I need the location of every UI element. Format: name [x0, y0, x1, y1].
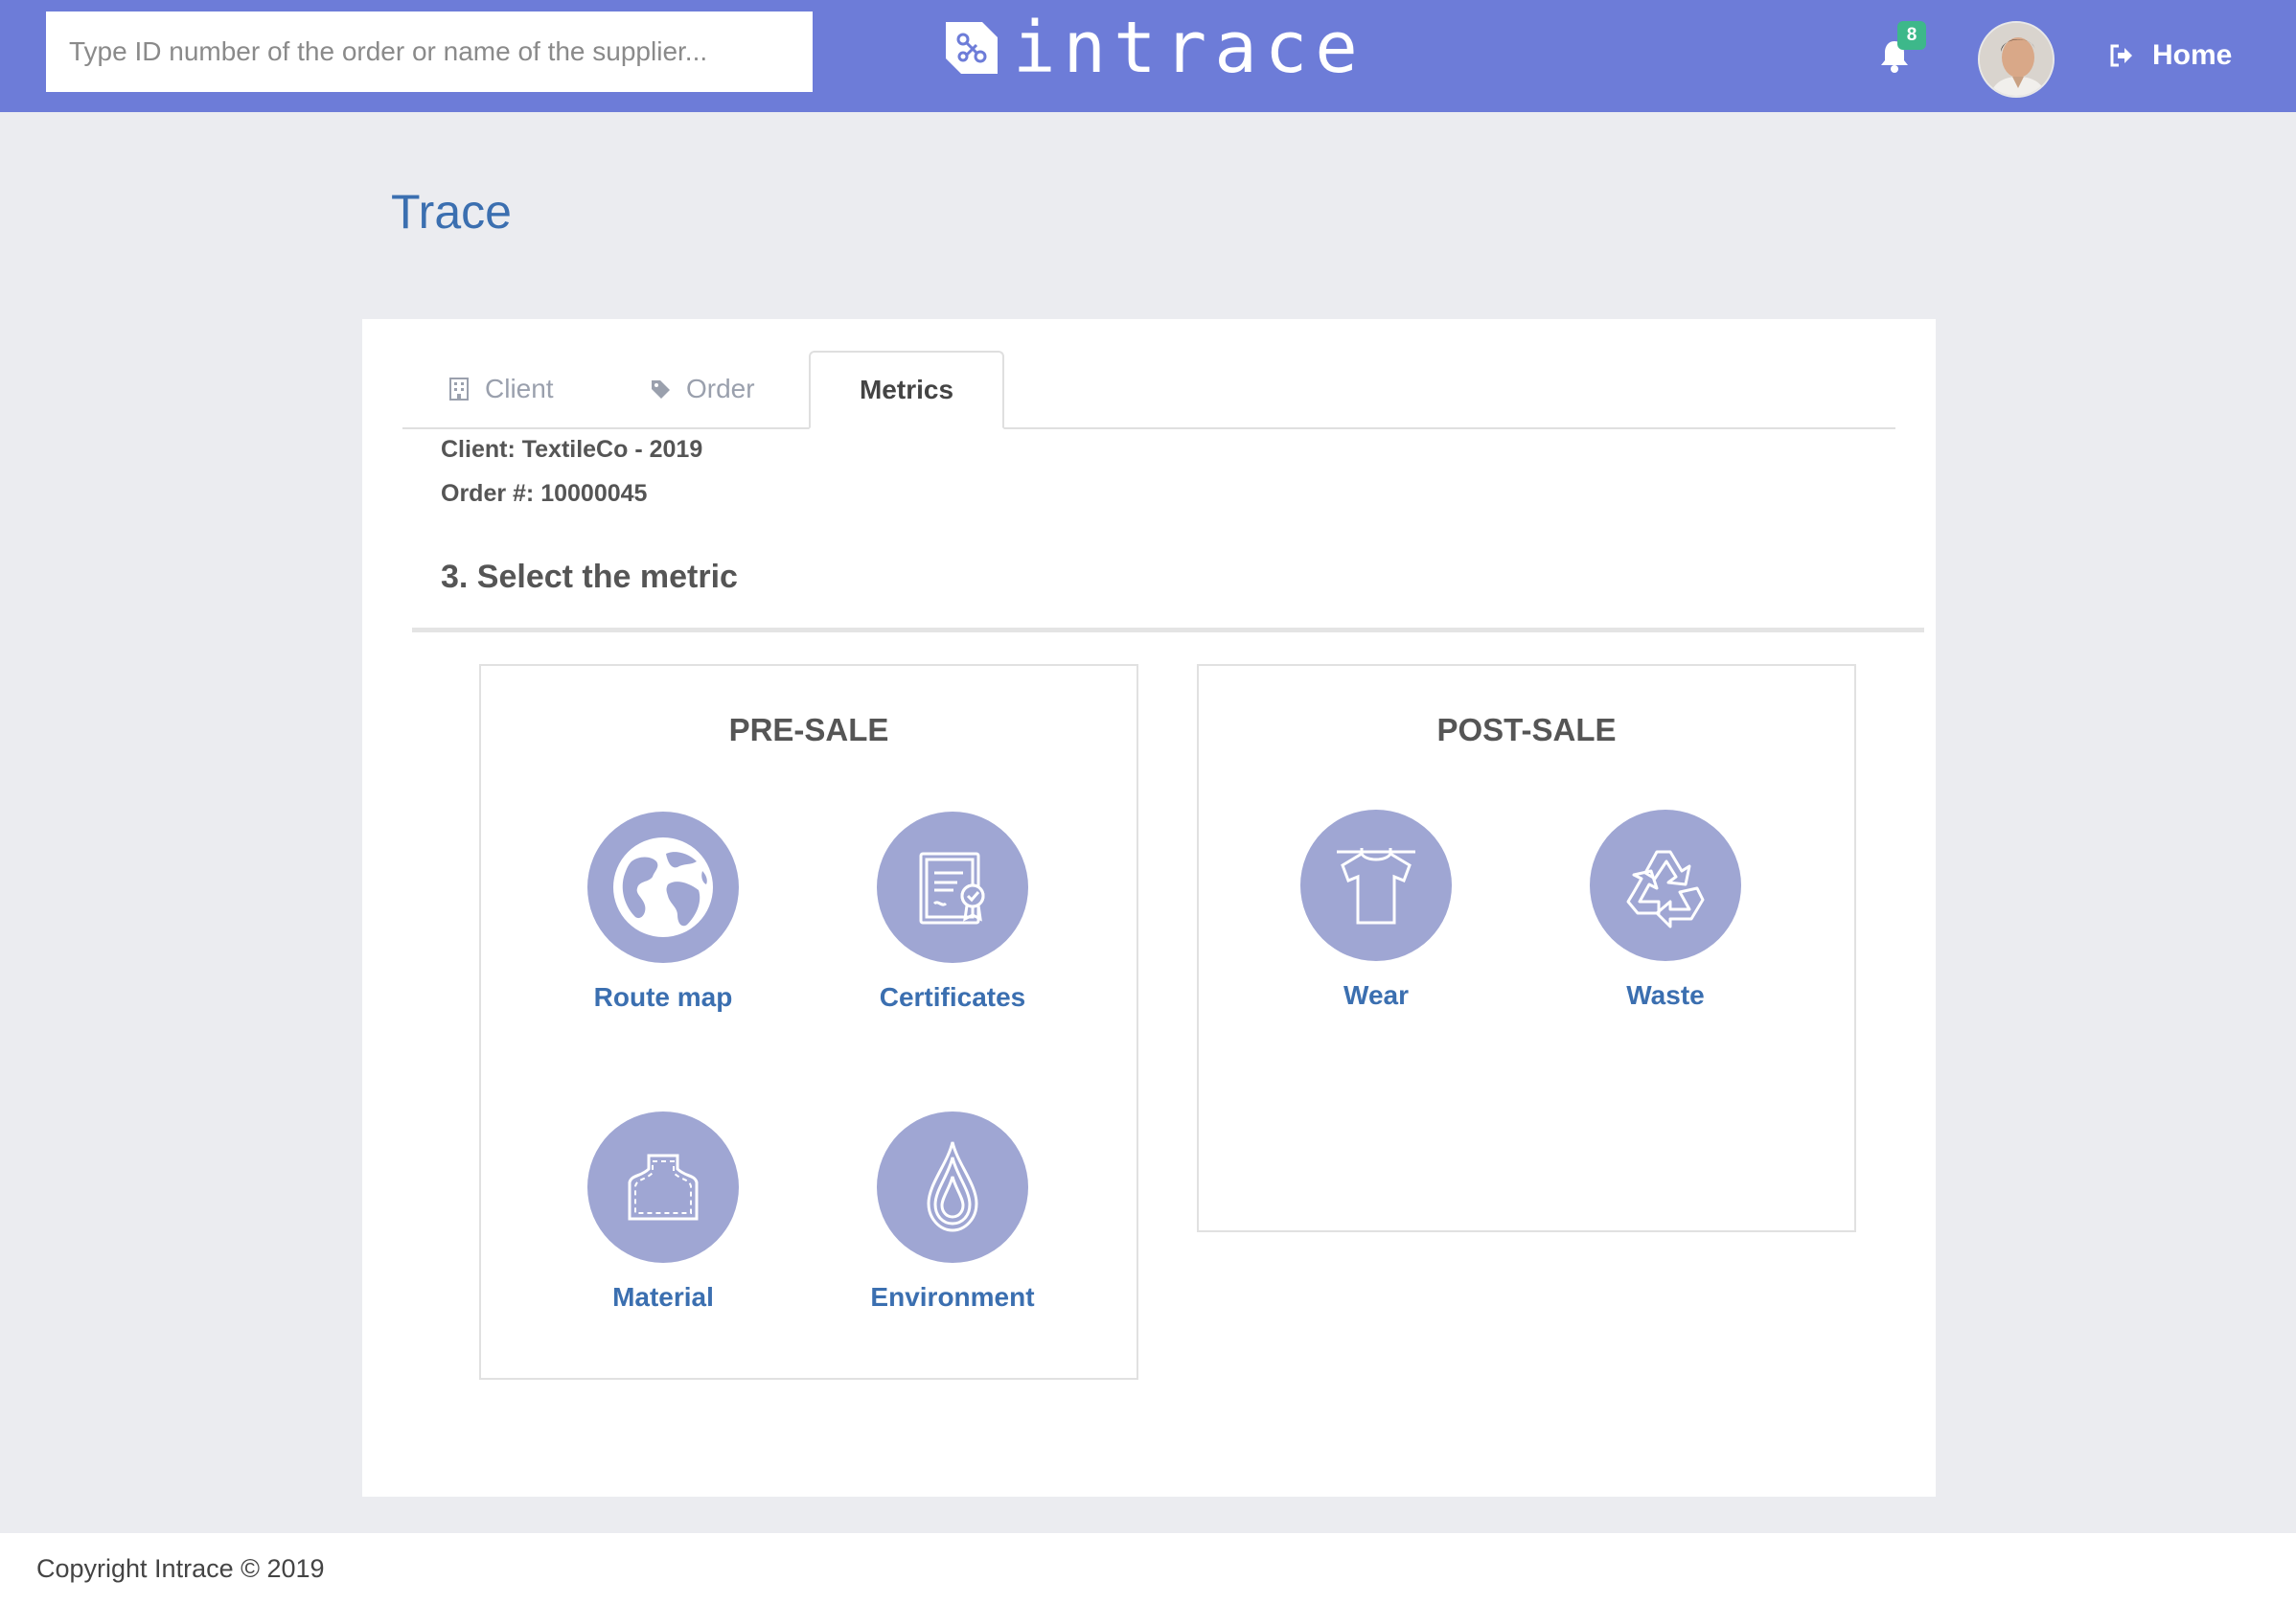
metric-label: Certificates: [879, 982, 1026, 1012]
metric-label: Waste: [1626, 980, 1705, 1010]
trace-card: Client Order Metrics Client: TextileCo -…: [362, 319, 1936, 1497]
metric-certificates[interactable]: Certificates: [828, 812, 1077, 1013]
tab-client-label: Client: [485, 374, 554, 403]
home-label: Home: [2152, 39, 2233, 71]
top-navbar: intrace 8 Home: [0, 0, 2296, 112]
footer: Copyright Intrace © 2019: [0, 1533, 2296, 1604]
metric-wear[interactable]: Wear: [1251, 810, 1501, 1011]
pre-sale-panel: PRE-SALE Route map Certificates Material…: [479, 664, 1138, 1380]
tag-icon: [652, 380, 670, 399]
metric-environment[interactable]: Environment: [828, 1111, 1077, 1313]
tab-metrics[interactable]: Metrics: [809, 351, 1004, 429]
metric-label: Material: [612, 1282, 714, 1312]
step-title: 3. Select the metric: [441, 559, 738, 595]
metric-circle: [877, 1111, 1028, 1263]
certificate-icon: [919, 852, 985, 925]
tshirt-icon: [1337, 848, 1415, 925]
tab-client[interactable]: Client: [448, 351, 554, 427]
tab-metrics-label: Metrics: [859, 375, 954, 404]
globe-icon: [613, 837, 713, 937]
page-title: Trace: [391, 185, 512, 239]
user-photo: [1980, 23, 2053, 96]
home-link[interactable]: Home: [2108, 34, 2232, 77]
section-divider: [412, 628, 1924, 632]
copyright-text: Copyright Intrace © 2019: [36, 1554, 325, 1583]
search-input[interactable]: [46, 11, 813, 92]
building-icon: [449, 378, 469, 401]
tab-order[interactable]: Order: [650, 351, 755, 427]
metric-circle: [1300, 810, 1452, 961]
metric-label: Environment: [870, 1282, 1035, 1312]
logo-mark-icon: [946, 22, 998, 74]
metric-route-map[interactable]: Route map: [539, 812, 788, 1013]
logo-text: intrace: [1013, 7, 1366, 89]
recycle-icon: [1626, 850, 1705, 928]
metric-label: Route map: [593, 982, 733, 1012]
logo[interactable]: intrace: [944, 7, 1366, 89]
pre-sale-title: PRE-SALE: [728, 712, 889, 747]
post-sale-title: POST-SALE: [1436, 712, 1617, 747]
metric-circle: [587, 812, 739, 963]
metric-label: Wear: [1343, 980, 1409, 1010]
fabric-pattern-icon: [628, 1154, 699, 1221]
metric-circle: [587, 1111, 739, 1263]
client-info: Client: TextileCo - 2019: [441, 436, 703, 463]
tab-bar: Client Order Metrics: [402, 351, 1895, 429]
sign-out-icon: [2110, 44, 2132, 67]
tab-order-label: Order: [686, 374, 755, 403]
water-drop-icon: [927, 1141, 978, 1232]
notification-badge: 8: [1897, 21, 1926, 50]
avatar[interactable]: [1978, 21, 2055, 98]
post-sale-panel: POST-SALE Wear Waste: [1197, 664, 1856, 1232]
order-info: Order #: 10000045: [441, 480, 648, 507]
metric-material[interactable]: Material: [539, 1111, 788, 1313]
metric-waste[interactable]: Waste: [1541, 810, 1790, 1011]
metric-circle: [1590, 810, 1741, 961]
metric-circle: [877, 812, 1028, 963]
